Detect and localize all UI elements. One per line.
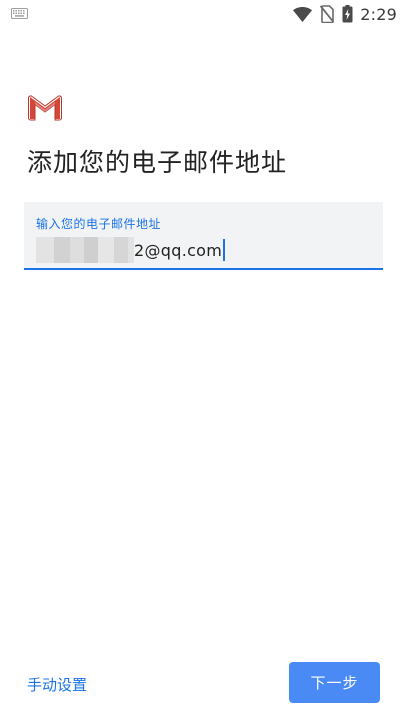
no-sim-icon [320, 5, 335, 23]
wifi-icon [293, 6, 313, 22]
manual-setup-button[interactable]: 手动设置 [27, 674, 87, 695]
battery-charging-icon [342, 5, 353, 23]
text-cursor [223, 239, 226, 261]
keyboard-icon [11, 8, 28, 19]
gmail-logo [28, 95, 62, 121]
next-button[interactable]: 下一步 [289, 662, 380, 703]
email-field[interactable]: 输入您的电子邮件地址 2@qq.com [24, 202, 383, 270]
status-time: 2:29 [360, 4, 397, 24]
email-field-value[interactable]: 2@qq.com [36, 236, 226, 264]
email-field-label: 输入您的电子邮件地址 [36, 217, 162, 231]
page-title: 添加您的电子邮件地址 [27, 148, 288, 177]
email-field-visible-text: 2@qq.com [134, 240, 223, 260]
redacted-text [36, 237, 134, 263]
status-bar: 2:29 [0, 0, 407, 28]
